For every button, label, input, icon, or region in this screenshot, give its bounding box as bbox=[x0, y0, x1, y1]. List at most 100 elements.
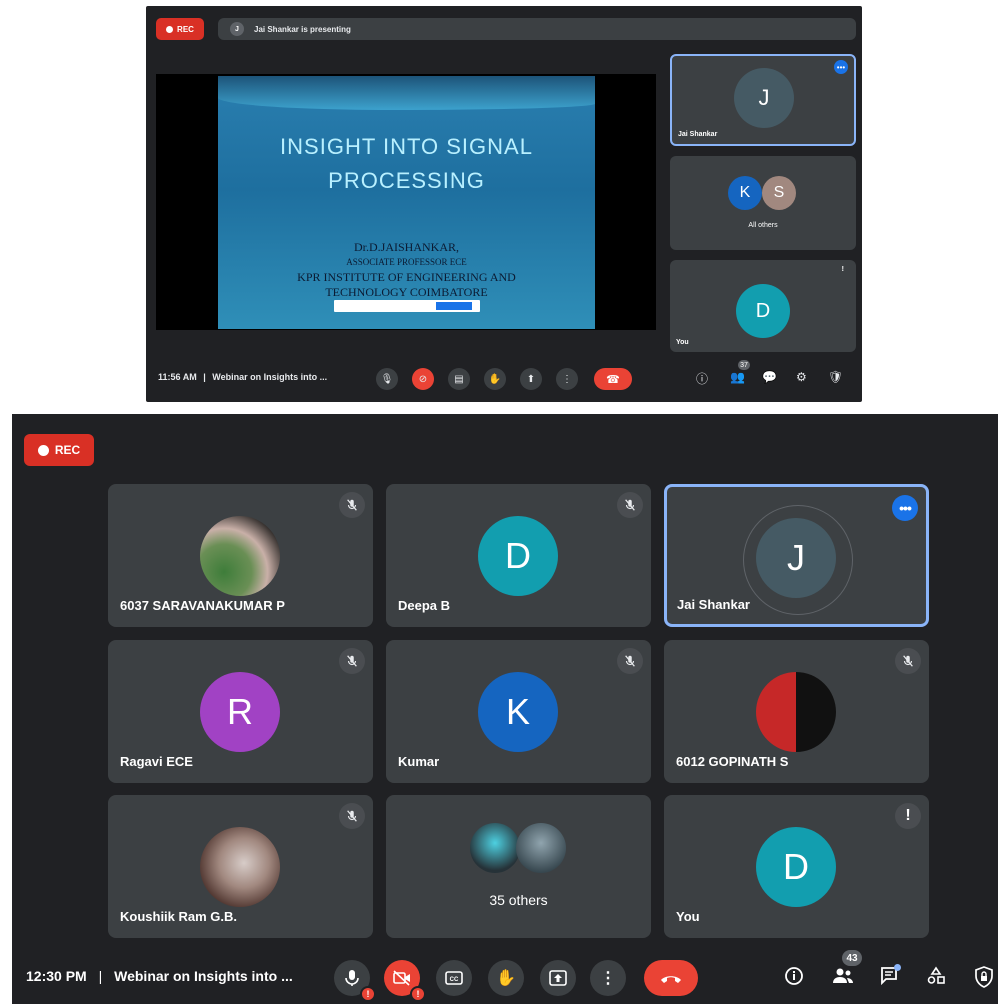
participant-name: You bbox=[676, 909, 700, 924]
people-icon bbox=[833, 968, 853, 983]
tile-all-others-small[interactable]: K S All others bbox=[670, 156, 856, 250]
record-dot-icon bbox=[37, 444, 49, 456]
stop-sharing-button[interactable] bbox=[436, 302, 472, 310]
more-vert-icon: ⋮ bbox=[600, 970, 616, 987]
hang-up-icon bbox=[661, 976, 681, 983]
meet-window-presentation: REC J Jai Shankar is presenting INSIGHT … bbox=[146, 6, 862, 402]
info-icon bbox=[785, 967, 803, 985]
avatar: D bbox=[756, 827, 836, 907]
tile-you-small[interactable]: D You ! bbox=[670, 260, 856, 352]
chat-icon[interactable]: 💬 bbox=[762, 370, 777, 384]
rec-label: REC bbox=[177, 24, 194, 34]
hand-icon: ✋ bbox=[496, 970, 516, 987]
participant-tile[interactable]: 6037 SARAVANAKUMAR P bbox=[108, 484, 373, 627]
tile-jai-shankar-small[interactable]: J Jai Shankar ••• bbox=[670, 54, 856, 146]
meeting-title: Webinar on Insights into ... bbox=[212, 372, 328, 382]
slide-subtitle: Dr.D.JAISHANKAR, ASSOCIATE PROFESSOR ECE… bbox=[218, 240, 595, 300]
host-controls-icon[interactable]: 🛡 bbox=[828, 370, 843, 384]
muted-mic-icon bbox=[895, 648, 921, 674]
participant-tile[interactable]: Koushiik Ram G.B. bbox=[108, 795, 373, 938]
recording-badge: REC bbox=[156, 18, 204, 40]
participant-tile[interactable]: 6012 GOPINATH S bbox=[664, 640, 929, 783]
avatar: J bbox=[756, 518, 836, 598]
avatar: J bbox=[734, 68, 794, 128]
participants-count: 37 bbox=[738, 360, 750, 370]
activities-icon[interactable]: ⚙ bbox=[796, 370, 807, 384]
muted-mic-icon bbox=[339, 648, 365, 674]
captions-button[interactable]: CC bbox=[436, 960, 472, 996]
more-options-icon[interactable]: ••• bbox=[892, 495, 918, 521]
muted-mic-icon bbox=[339, 492, 365, 518]
avatar: K bbox=[728, 176, 762, 210]
present-icon bbox=[549, 970, 567, 986]
activities-button[interactable] bbox=[926, 966, 946, 991]
presenting-banner: J Jai Shankar is presenting bbox=[218, 18, 856, 40]
svg-text:CC: CC bbox=[450, 977, 459, 983]
participant-name: 6012 GOPINATH S bbox=[676, 754, 789, 769]
clock: 12:30 PM bbox=[26, 968, 87, 984]
participant-photo bbox=[470, 823, 520, 873]
meeting-details-button[interactable] bbox=[784, 966, 804, 991]
others-count-label: 35 others bbox=[489, 892, 548, 908]
time-and-title: 11:56 AM | Webinar on Insights into ... bbox=[158, 372, 328, 382]
slide-title: INSIGHT INTO SIGNAL PROCESSING bbox=[218, 130, 595, 198]
avatar: D bbox=[736, 284, 790, 338]
camera-off-icon bbox=[393, 970, 410, 986]
info-icon[interactable]: ⓘ bbox=[696, 370, 708, 387]
participant-tile-selected[interactable]: ••• J Jai Shankar bbox=[664, 484, 929, 627]
captions-button[interactable]: ▤ bbox=[448, 368, 470, 390]
raise-hand-button[interactable]: ✋ bbox=[488, 960, 524, 996]
leave-call-button[interactable] bbox=[644, 960, 698, 996]
more-options-icon[interactable]: ••• bbox=[834, 60, 848, 74]
participant-name: Kumar bbox=[398, 754, 440, 769]
share-notice-bar bbox=[334, 300, 480, 312]
participant-name: 6037 SARAVANAKUMAR P bbox=[120, 598, 285, 613]
host-controls-button[interactable] bbox=[974, 966, 994, 993]
participant-name: Koushiik Ram G.B. bbox=[120, 909, 238, 924]
slide-author: Dr.D.JAISHANKAR, bbox=[353, 240, 459, 254]
people-icon[interactable]: 👥 bbox=[730, 370, 745, 384]
participant-name: Ragavi ECE bbox=[120, 754, 193, 769]
more-options-button[interactable]: ⋮ bbox=[590, 960, 626, 996]
warning-icon: ! bbox=[841, 266, 844, 273]
more-options-button[interactable]: ⋮ bbox=[556, 368, 578, 390]
participant-photo bbox=[516, 823, 566, 873]
people-button[interactable] bbox=[832, 966, 854, 991]
presenting-text: Jai Shankar is presenting bbox=[254, 24, 351, 34]
record-dot-icon bbox=[166, 25, 174, 33]
participant-name: Deepa B bbox=[398, 598, 451, 613]
raise-hand-button[interactable]: ✋ bbox=[484, 368, 506, 390]
camera-button[interactable]: ⊘ bbox=[412, 368, 434, 390]
time-and-title: 12:30 PM | Webinar on Insights into ... bbox=[26, 968, 293, 984]
participant-tile-self[interactable]: ! D You bbox=[664, 795, 929, 938]
shield-lock-icon bbox=[975, 966, 993, 988]
slide-title-line1: INSIGHT INTO SIGNAL bbox=[280, 134, 533, 159]
mic-alert-badge: ! bbox=[360, 986, 376, 1002]
participant-tile[interactable]: K Kumar bbox=[386, 640, 651, 783]
participant-photo bbox=[200, 827, 280, 907]
others-tile[interactable]: 35 others bbox=[386, 795, 651, 938]
clock: 11:56 AM bbox=[158, 372, 197, 382]
camera-alert-badge: ! bbox=[410, 986, 426, 1002]
present-now-button[interactable] bbox=[540, 960, 576, 996]
rec-label: REC bbox=[54, 443, 81, 457]
avatar: S bbox=[762, 176, 796, 210]
participant-tile[interactable]: R Ragavi ECE bbox=[108, 640, 373, 783]
end-call-button[interactable]: ☎ bbox=[594, 368, 632, 390]
mic-icon bbox=[345, 970, 359, 986]
participants-count-badge: 43 bbox=[842, 950, 862, 966]
slide-institute-line2: TECHNOLOGY COIMBATORE bbox=[325, 285, 488, 299]
recording-badge: REC bbox=[24, 434, 94, 466]
tile-name: All others bbox=[748, 222, 778, 229]
chat-notification-dot bbox=[894, 964, 901, 971]
avatar: K bbox=[478, 672, 558, 752]
mic-button[interactable]: 🎙 bbox=[376, 368, 398, 390]
muted-mic-icon bbox=[617, 492, 643, 518]
slide-role: ASSOCIATE PROFESSOR ECE bbox=[346, 257, 467, 267]
present-button[interactable]: ⬆ bbox=[520, 368, 542, 390]
slide-wave-decoration bbox=[218, 76, 595, 110]
avatar: D bbox=[478, 516, 558, 596]
meeting-title: Webinar on Insights into ... bbox=[114, 968, 293, 984]
warning-icon[interactable]: ! bbox=[895, 803, 921, 829]
participant-tile[interactable]: D Deepa B bbox=[386, 484, 651, 627]
